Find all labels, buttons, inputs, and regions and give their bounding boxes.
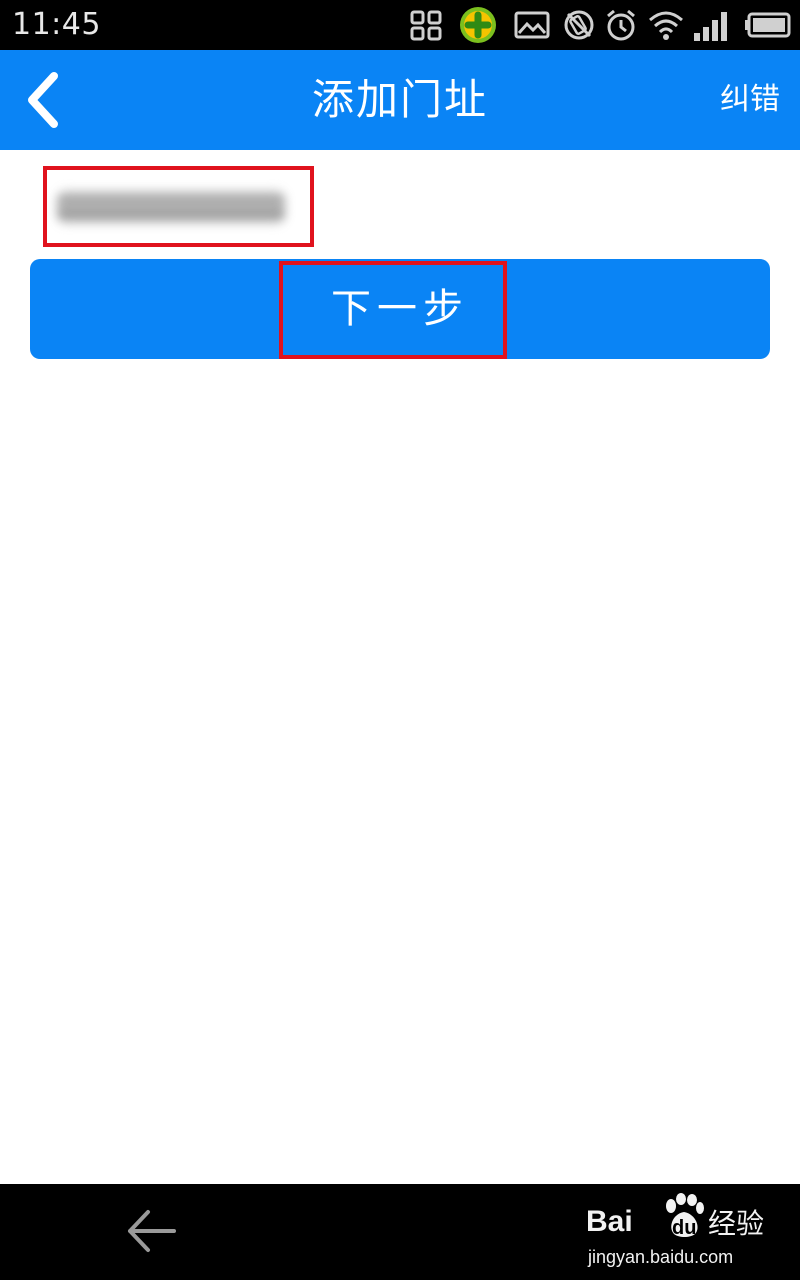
360-security-icon <box>460 7 496 43</box>
wifi-icon <box>649 11 683 40</box>
image-icon <box>514 11 550 39</box>
watermark-product: 经验 <box>708 1208 765 1239</box>
nav-back-button[interactable] <box>124 1206 180 1256</box>
back-button[interactable] <box>16 68 80 132</box>
status-bar: 11:45 <box>0 0 800 50</box>
app-bar: 添加门址 纠错 <box>0 50 800 150</box>
watermark-brand-a: Bai <box>586 1205 633 1238</box>
battery-icon <box>745 12 791 38</box>
status-time: 11:45 <box>12 7 101 42</box>
alarm-icon <box>607 9 635 41</box>
next-step-button[interactable] <box>30 259 770 359</box>
address-input-highlighted[interactable] <box>43 166 314 247</box>
page-title: 添加门址 <box>311 75 488 124</box>
baidu-jingyan-watermark: Bai du 经验 jingyan.baidu.com <box>584 1190 784 1276</box>
obscured-text <box>57 190 285 224</box>
arrow-left-icon <box>128 1210 176 1252</box>
no-rotation-icon <box>564 10 594 40</box>
signal-icon <box>694 12 727 41</box>
watermark-url: jingyan.baidu.com <box>588 1247 734 1267</box>
scan-icon <box>410 10 442 41</box>
watermark-brand-b: du <box>672 1217 697 1239</box>
report-error-button[interactable]: 纠错 <box>720 50 780 150</box>
chevron-left-icon <box>28 72 58 128</box>
